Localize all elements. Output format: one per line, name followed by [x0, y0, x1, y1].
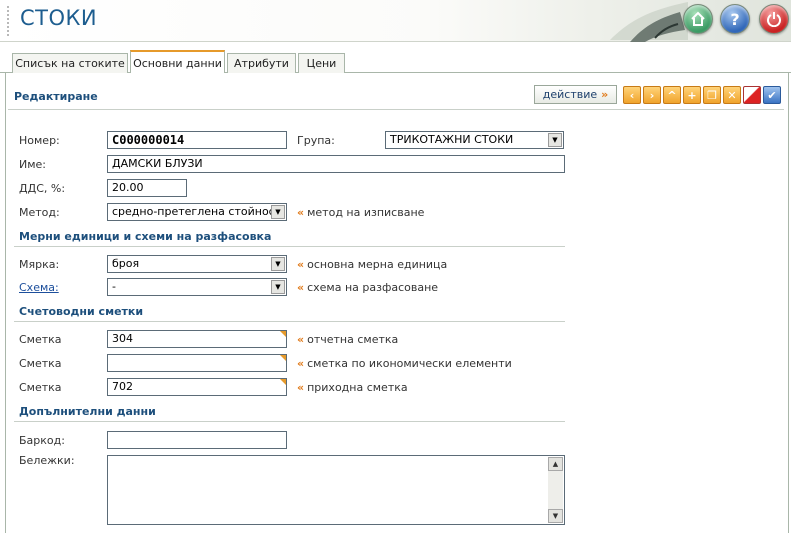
- chevron-down-icon[interactable]: ▼: [548, 133, 562, 147]
- tab-attributes[interactable]: Атрибути: [227, 53, 296, 73]
- divider: [14, 421, 565, 422]
- cancel-button[interactable]: [743, 86, 761, 104]
- header-grip: [7, 6, 9, 36]
- account-label: Сметка: [19, 333, 62, 346]
- unit-select[interactable]: броя ▼: [107, 255, 287, 273]
- unit-selected-value: броя: [112, 257, 140, 270]
- accounts-section-title: Счетоводни сметки: [19, 305, 144, 318]
- hint-arrow-icon: «: [297, 357, 305, 370]
- unit-hint: «основна мерна единица: [297, 258, 447, 271]
- extra-section-title: Допълнителни данни: [19, 405, 156, 418]
- group-selected-value: ТРИКОТАЖНИ СТОКИ: [390, 133, 514, 146]
- chevron-down-icon[interactable]: ▼: [271, 257, 285, 271]
- scheme-selected-value: -: [112, 280, 116, 293]
- copy-icon: ❐: [707, 88, 717, 102]
- page-title: СТОКИ: [20, 6, 98, 30]
- tab-basic-data[interactable]: Основни данни: [130, 50, 225, 74]
- hint-text: приходна сметка: [307, 381, 408, 394]
- plus-icon: +: [687, 88, 697, 102]
- hint-arrow-icon: «: [297, 258, 305, 271]
- tab-label: Атрибути: [234, 57, 289, 70]
- method-select[interactable]: средно-претеглена стойност ▼: [107, 203, 287, 221]
- number-field[interactable]: C000000014: [107, 131, 287, 149]
- notes-textarea[interactable]: ▲ ▼: [107, 455, 565, 525]
- chevron-down-icon[interactable]: ▼: [271, 280, 285, 294]
- scheme-link[interactable]: Схема:: [19, 281, 59, 294]
- chevron-right-icon: ›: [649, 88, 655, 102]
- divider: [14, 321, 565, 322]
- tab-bar: Списък на стоките Основни данни Атрибути…: [0, 44, 791, 74]
- logout-button[interactable]: [759, 4, 789, 34]
- home-button[interactable]: [683, 4, 713, 34]
- account-field-revenue[interactable]: 702: [107, 378, 287, 396]
- account-label: Сметка: [19, 381, 62, 394]
- chevron-down-icon[interactable]: ▼: [271, 205, 285, 219]
- tab-label: Основни данни: [133, 56, 222, 70]
- account-field-reporting[interactable]: 304: [107, 330, 287, 348]
- tab-prices[interactable]: Цени: [298, 53, 345, 73]
- scheme-hint: «схема на разфасоване: [297, 281, 438, 294]
- add-button[interactable]: +: [683, 86, 701, 104]
- scroll-down-icon[interactable]: ▼: [548, 509, 563, 523]
- hint-arrow-icon: «: [297, 281, 305, 294]
- divider: [14, 246, 565, 247]
- unit-label: Мярка:: [19, 258, 60, 271]
- prev-record-button[interactable]: ‹: [623, 86, 641, 104]
- help-icon: ?: [730, 9, 740, 29]
- barcode-field[interactable]: [107, 431, 287, 449]
- hint-text: отчетна сметка: [307, 333, 399, 346]
- hint-text: схема на разфасоване: [307, 281, 439, 294]
- save-button[interactable]: ✔: [763, 86, 781, 104]
- account-hint: «сметка по икономически елементи: [297, 357, 512, 370]
- vat-label: ДДС, %:: [19, 182, 66, 195]
- name-field[interactable]: ДАМСКИ БЛУЗИ: [107, 155, 565, 173]
- scheme-select[interactable]: - ▼: [107, 278, 287, 296]
- units-section-title: Мерни единици и схеми на разфасовка: [19, 230, 272, 243]
- method-label: Метод:: [19, 206, 60, 219]
- edit-section-title: Редактиране: [14, 90, 98, 103]
- vat-field[interactable]: 20.00: [107, 179, 187, 197]
- tab-label: Цени: [306, 57, 337, 70]
- number-label: Номер:: [19, 134, 60, 147]
- help-button[interactable]: ?: [720, 4, 750, 34]
- method-selected-value: средно-претеглена стойност: [112, 205, 282, 218]
- hint-text: сметка по икономически елементи: [307, 357, 512, 370]
- double-chevron-right-icon: »: [601, 88, 609, 101]
- hint-text: основна мерна единица: [307, 258, 448, 271]
- barcode-label: Баркод:: [19, 434, 65, 447]
- power-icon: [767, 12, 781, 27]
- action-label: действие: [542, 88, 598, 101]
- hint-arrow-icon: «: [297, 206, 305, 219]
- hint-arrow-icon: «: [297, 333, 305, 346]
- account-hint: «отчетна сметка: [297, 333, 398, 346]
- account-field-economic[interactable]: [107, 354, 287, 372]
- notes-scrollbar[interactable]: ▲ ▼: [548, 457, 563, 523]
- name-label: Име:: [19, 158, 47, 171]
- scroll-up-icon[interactable]: ▲: [548, 457, 563, 471]
- divider: [8, 109, 784, 110]
- notes-label: Бележки:: [19, 454, 75, 467]
- header-decoration-image: [610, 2, 688, 42]
- tab-goods-list[interactable]: Списък на стоките: [12, 53, 128, 73]
- up-button[interactable]: ^: [663, 86, 681, 104]
- checkmark-icon: ✔: [767, 88, 777, 102]
- group-label: Група:: [297, 134, 335, 147]
- account-label: Сметка: [19, 357, 62, 370]
- method-hint: «метод на изписване: [297, 206, 424, 219]
- hint-text: метод на изписване: [307, 206, 425, 219]
- chevron-left-icon: ‹: [629, 88, 635, 102]
- account-hint: «приходна сметка: [297, 381, 408, 394]
- hint-arrow-icon: «: [297, 381, 305, 394]
- app-header: СТОКИ ?: [0, 0, 791, 42]
- delete-button[interactable]: ✕: [723, 86, 741, 104]
- chevron-up-icon: ^: [667, 88, 677, 102]
- tab-label: Списък на стоките: [15, 57, 125, 70]
- home-icon: [691, 11, 705, 26]
- close-icon: ✕: [727, 88, 737, 102]
- copy-button[interactable]: ❐: [703, 86, 721, 104]
- group-select[interactable]: ТРИКОТАЖНИ СТОКИ ▼: [385, 131, 564, 149]
- action-button[interactable]: действие »: [534, 85, 617, 104]
- next-record-button[interactable]: ›: [643, 86, 661, 104]
